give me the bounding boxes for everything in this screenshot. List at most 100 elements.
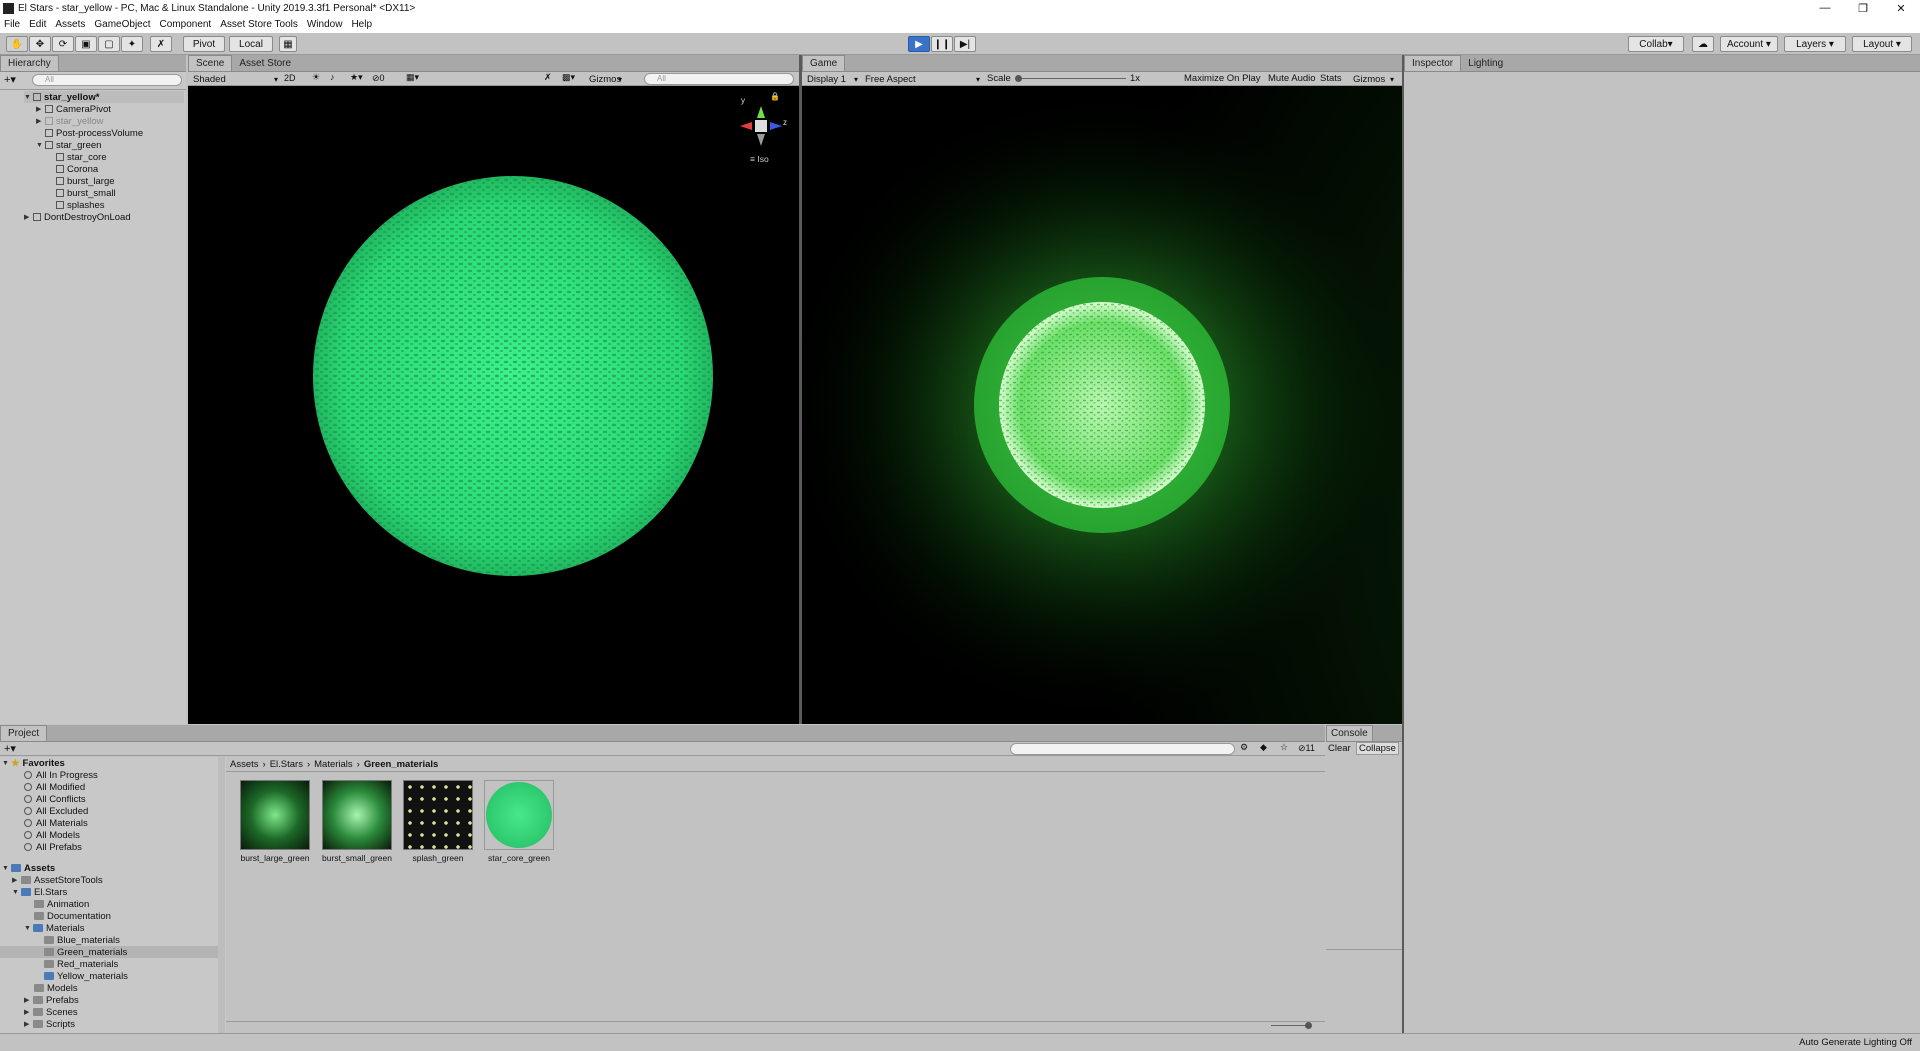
stats-toggle[interactable]: Stats [1320, 73, 1342, 84]
hidden-packages-toggle[interactable]: ⊘11 [1298, 743, 1315, 754]
favorite-all-in-progress[interactable]: All In Progress [24, 769, 98, 781]
folder-models[interactable]: Models [34, 982, 78, 994]
scene-viewport[interactable]: y z 🔒 ≡ Iso [188, 86, 799, 724]
folder-scenes[interactable]: ▶ Scenes [24, 1006, 78, 1018]
hierarchy-item-star-yellow-scene[interactable]: ▼ star_yellow* [24, 91, 184, 103]
thumbnail-size-handle[interactable] [1305, 1022, 1312, 1029]
menu-gameobject[interactable]: GameObject [94, 19, 150, 30]
folder-blue-materials[interactable]: Blue_materials [44, 934, 120, 946]
tab-hierarchy[interactable]: Hierarchy [0, 55, 59, 71]
hierarchy-item-dontdestroyonload[interactable]: ▶ DontDestroyOnLoad [24, 211, 184, 223]
folder-materials[interactable]: ▼ Materials [24, 922, 85, 934]
favorite-all-prefabs[interactable]: All Prefabs [24, 841, 82, 853]
2d-toggle[interactable]: 2D [284, 73, 296, 83]
scene-orientation-gizmo-icon[interactable] [738, 104, 784, 148]
menu-edit[interactable]: Edit [29, 19, 46, 30]
tab-console[interactable]: Console [1326, 725, 1373, 741]
tab-lighting[interactable]: Lighting [1461, 56, 1510, 71]
tools-icon[interactable]: ✗ [544, 72, 552, 83]
favorite-star-icon[interactable]: ☆ [1280, 742, 1288, 753]
iso-label[interactable]: ≡ Iso [750, 154, 769, 164]
menu-component[interactable]: Component [160, 19, 212, 30]
move-tool-icon[interactable]: ✥ [29, 36, 51, 52]
project-search-input[interactable] [1010, 743, 1235, 755]
folder-animation[interactable]: Animation [34, 898, 89, 910]
aspect-dropdown[interactable]: Free Aspect [862, 72, 982, 86]
folder-prefabs[interactable]: ▶ Prefabs [24, 994, 79, 1006]
collab-dropdown[interactable]: Collab ▾ [1628, 36, 1684, 52]
hierarchy-item-star-yellow[interactable]: ▶ star_yellow [36, 115, 104, 127]
hierarchy-item-star-green[interactable]: ▼ star_green [36, 139, 101, 151]
tab-asset-store[interactable]: Asset Store [232, 56, 298, 71]
console-collapse-button[interactable]: Collapse [1356, 742, 1399, 755]
console-clear-button[interactable]: Clear [1328, 743, 1351, 754]
tab-scene[interactable]: Scene [188, 55, 233, 71]
effects-icon[interactable]: ★▾ [350, 72, 363, 83]
scale-slider[interactable] [1016, 78, 1126, 79]
light-icon[interactable]: ☀ [312, 72, 320, 83]
hierarchy-item-splashes[interactable]: splashes [56, 199, 105, 211]
thumbnail-size-slider[interactable] [1271, 1025, 1307, 1026]
cloud-icon[interactable]: ☁ [1692, 36, 1714, 52]
audio-icon[interactable]: ♪ [330, 72, 335, 82]
menu-assets[interactable]: Assets [55, 19, 85, 30]
game-viewport[interactable] [802, 86, 1402, 724]
game-gizmos-dropdown[interactable]: Gizmos [1350, 72, 1396, 86]
tab-project[interactable]: Project [0, 725, 48, 741]
favorite-all-conflicts[interactable]: All Conflicts [24, 793, 86, 805]
filter-label-icon[interactable]: ◆ [1260, 742, 1267, 753]
shading-dropdown[interactable]: Shaded [190, 72, 280, 86]
step-button[interactable]: ▶| [954, 36, 976, 52]
assets-root[interactable]: ▼ Assets [2, 862, 55, 874]
custom-tool-icon[interactable]: ✗ [150, 36, 172, 52]
folder-red-materials[interactable]: Red_materials [44, 958, 118, 970]
hierarchy-item-burst-large[interactable]: burst_large [56, 175, 115, 187]
rect-tool-icon[interactable]: ▢ [98, 36, 120, 52]
breadcrumb-el-stars[interactable]: El.Stars [270, 759, 303, 770]
minimize-button[interactable]: — [1806, 0, 1844, 16]
favorites-header[interactable]: ▼ ★ Favorites [2, 757, 65, 769]
pivot-toggle[interactable]: Pivot [183, 36, 225, 52]
folder-documentation[interactable]: Documentation [34, 910, 111, 922]
material-thumb-star-core-green[interactable] [484, 780, 554, 850]
material-thumb-burst-small-green[interactable] [322, 780, 392, 850]
display-dropdown[interactable]: Display 1 [804, 72, 860, 86]
mute-audio-toggle[interactable]: Mute Audio [1268, 73, 1316, 84]
favorite-all-excluded[interactable]: All Excluded [24, 805, 88, 817]
maximize-on-play-toggle[interactable]: Maximize On Play [1184, 73, 1261, 84]
favorite-all-modified[interactable]: All Modified [24, 781, 85, 793]
project-create-plus-icon[interactable]: +▾ [4, 742, 16, 755]
favorite-all-models[interactable]: All Models [24, 829, 80, 841]
transform-tool-icon[interactable]: ✦ [121, 36, 143, 52]
status-lighting-text[interactable]: Auto Generate Lighting Off [1799, 1037, 1912, 1048]
lock-icon[interactable]: 🔒 [770, 92, 780, 101]
scale-tool-icon[interactable]: ▣ [75, 36, 97, 52]
hierarchy-search-input[interactable]: All [32, 74, 182, 86]
rotate-tool-icon[interactable]: ⟳ [52, 36, 74, 52]
hierarchy-item-camerapivot[interactable]: ▶ CameraPivot [36, 103, 111, 115]
pause-button[interactable]: ❙❙ [931, 36, 953, 52]
hierarchy-item-burst-small[interactable]: burst_small [56, 187, 116, 199]
tab-game[interactable]: Game [802, 55, 846, 71]
menu-window[interactable]: Window [307, 19, 343, 30]
restore-button[interactable]: ❐ [1844, 0, 1882, 16]
folder-el-stars[interactable]: ▼ El.Stars [12, 886, 67, 898]
folder-assetstoretools[interactable]: ▶ AssetStoreTools [12, 874, 103, 886]
create-plus-icon[interactable]: +▾ [4, 73, 16, 86]
breadcrumb-materials[interactable]: Materials [314, 759, 353, 770]
material-thumb-splash-green[interactable] [403, 780, 473, 850]
tab-inspector[interactable]: Inspector [1404, 55, 1462, 71]
material-thumb-burst-large-green[interactable] [240, 780, 310, 850]
breadcrumb-green-materials[interactable]: Green_materials [364, 759, 438, 770]
layout-dropdown[interactable]: Layout ▾ [1852, 36, 1912, 52]
hidden-objects-toggle[interactable]: ⊘0 [372, 73, 385, 84]
breadcrumb-assets[interactable]: Assets [230, 759, 259, 770]
menu-asset-store-tools[interactable]: Asset Store Tools [220, 19, 298, 30]
tree-scrollbar[interactable] [218, 757, 225, 1033]
snap-icon[interactable]: ▦ [279, 36, 297, 52]
menu-file[interactable]: File [4, 19, 20, 30]
grid-icon[interactable]: ▦▾ [406, 72, 419, 83]
filter-type-icon[interactable]: ⚙ [1240, 742, 1248, 753]
hand-tool-icon[interactable]: ✋ [6, 36, 28, 52]
play-button[interactable]: ▶ [908, 36, 930, 52]
